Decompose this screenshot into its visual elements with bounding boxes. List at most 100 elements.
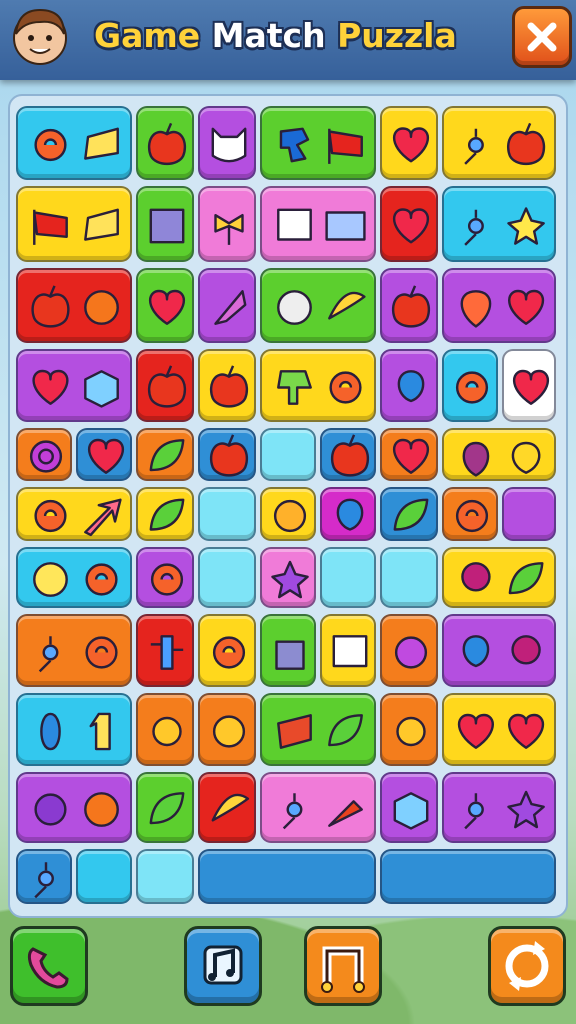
game-tile[interactable] xyxy=(260,614,316,687)
game-tile[interactable] xyxy=(260,772,376,843)
game-tile[interactable] xyxy=(380,693,438,766)
tile-art xyxy=(214,290,247,325)
game-tile[interactable] xyxy=(16,614,132,687)
game-tile[interactable] xyxy=(442,772,556,843)
game-tile[interactable] xyxy=(16,106,132,180)
game-tile[interactable] xyxy=(16,547,132,608)
game-tile[interactable] xyxy=(320,428,376,481)
game-tile[interactable] xyxy=(260,268,376,343)
game-tile[interactable] xyxy=(380,268,438,343)
feather-icon xyxy=(214,290,247,325)
apple-icon xyxy=(209,434,249,477)
face-icon xyxy=(212,715,246,748)
game-tile[interactable] xyxy=(502,487,556,541)
game-tile[interactable] xyxy=(198,772,256,843)
one-icon xyxy=(89,712,111,751)
game-tile[interactable] xyxy=(136,349,194,422)
game-tile[interactable] xyxy=(16,349,132,422)
game-tile[interactable] xyxy=(442,186,556,262)
tile-art xyxy=(212,636,246,669)
game-tile[interactable] xyxy=(76,428,132,481)
game-tile[interactable] xyxy=(442,106,556,180)
game-tile[interactable] xyxy=(260,693,376,766)
game-tile[interactable] xyxy=(16,772,132,843)
star-icon xyxy=(271,560,309,599)
game-tile[interactable] xyxy=(136,693,194,766)
game-tile[interactable] xyxy=(16,487,132,541)
avatar[interactable] xyxy=(10,4,70,68)
game-tile[interactable] xyxy=(198,614,256,687)
refresh-button[interactable] xyxy=(488,926,566,1006)
game-tile[interactable] xyxy=(380,349,438,422)
game-tile[interactable] xyxy=(198,428,256,481)
tile-art xyxy=(33,562,118,597)
game-tile[interactable] xyxy=(16,693,132,766)
game-tile[interactable] xyxy=(198,693,256,766)
game-tile[interactable] xyxy=(260,547,316,608)
heart-icon xyxy=(457,714,494,749)
game-tile[interactable] xyxy=(502,349,556,422)
game-tile[interactable] xyxy=(260,106,376,180)
game-tile[interactable] xyxy=(260,186,376,262)
game-tile[interactable] xyxy=(198,186,256,262)
game-tile[interactable] xyxy=(380,487,438,541)
game-tile[interactable] xyxy=(136,772,194,843)
game-tile[interactable] xyxy=(260,349,376,422)
game-tile[interactable] xyxy=(380,849,556,904)
game-tile[interactable] xyxy=(320,547,376,608)
game-tile[interactable] xyxy=(136,487,194,541)
magnet-button[interactable] xyxy=(304,926,382,1006)
game-tile[interactable] xyxy=(320,614,376,687)
game-tile[interactable] xyxy=(136,186,194,262)
game-tile[interactable] xyxy=(136,106,194,180)
game-tile[interactable] xyxy=(442,614,556,687)
game-tile[interactable] xyxy=(136,268,194,343)
game-tile[interactable] xyxy=(442,547,556,608)
tile-art xyxy=(34,862,54,899)
game-tile[interactable] xyxy=(260,428,316,481)
game-tile[interactable] xyxy=(442,268,556,343)
tile-art xyxy=(148,290,186,325)
cherry-icon xyxy=(511,635,541,665)
game-tile[interactable] xyxy=(320,487,376,541)
game-tile[interactable] xyxy=(136,614,194,687)
game-tile[interactable] xyxy=(380,772,438,843)
heart-icon xyxy=(512,370,550,405)
game-tile[interactable] xyxy=(16,186,132,262)
game-tile[interactable] xyxy=(380,547,438,608)
game-tile[interactable] xyxy=(442,349,498,422)
swirl-icon xyxy=(85,563,118,596)
sun-icon xyxy=(152,716,182,747)
tile-art xyxy=(34,127,119,161)
game-tile[interactable] xyxy=(442,693,556,766)
game-tile[interactable] xyxy=(16,849,72,904)
game-tile[interactable] xyxy=(198,268,256,343)
game-tile[interactable] xyxy=(380,186,438,262)
game-tile[interactable] xyxy=(380,614,438,687)
phone-button[interactable] xyxy=(10,926,88,1006)
game-tile[interactable] xyxy=(260,487,316,541)
game-tile[interactable] xyxy=(442,428,556,481)
game-tile[interactable] xyxy=(198,349,256,422)
game-tile[interactable] xyxy=(380,106,438,180)
tile-art xyxy=(38,636,118,673)
game-tile[interactable] xyxy=(136,849,194,904)
game-tile[interactable] xyxy=(16,428,72,481)
game-tile[interactable] xyxy=(76,849,132,904)
leaf-icon xyxy=(149,439,185,472)
game-tile[interactable] xyxy=(380,428,438,481)
game-tile[interactable] xyxy=(198,487,256,541)
game-tile[interactable] xyxy=(198,547,256,608)
cheese-icon xyxy=(84,208,119,241)
game-tile[interactable] xyxy=(16,268,132,343)
tile-art xyxy=(461,562,544,595)
game-tile[interactable] xyxy=(136,547,194,608)
game-tile[interactable] xyxy=(136,428,194,481)
tile-art xyxy=(279,127,363,164)
game-tile[interactable] xyxy=(198,106,256,180)
game-tile[interactable] xyxy=(198,849,376,904)
music-button[interactable] xyxy=(184,926,262,1006)
tile-art xyxy=(150,563,184,596)
game-tile[interactable] xyxy=(442,487,498,541)
close-button[interactable] xyxy=(512,6,572,68)
